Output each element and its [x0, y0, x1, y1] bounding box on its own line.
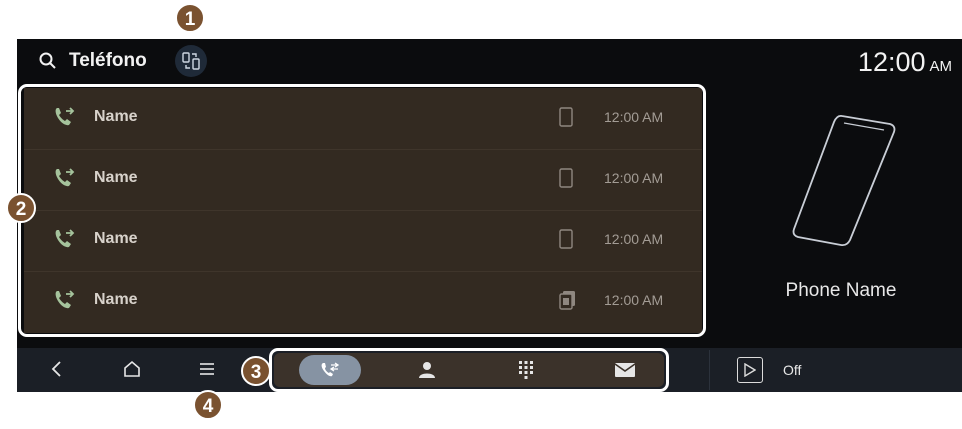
clock-time: 12:00 — [857, 47, 926, 77]
back-icon[interactable] — [50, 360, 64, 383]
callout-badge: 4 — [193, 390, 223, 420]
app-title: Teléfono — [69, 50, 147, 71]
menu-icon[interactable] — [199, 361, 215, 382]
callout-badge: 1 — [175, 3, 205, 33]
bottom-bar-divider — [709, 350, 710, 390]
clock-ampm: AM — [929, 58, 953, 75]
search-icon[interactable] — [39, 52, 57, 75]
call-list-callout-frame — [18, 84, 706, 337]
smartphone-illustration-icon — [792, 114, 896, 247]
clock: 12:00 AM — [858, 47, 952, 78]
media-status: Off — [783, 362, 802, 378]
play-icon — [744, 363, 756, 377]
phone-name: Phone Name — [785, 280, 897, 301]
top-bar: Teléfono 12:00 AM — [17, 39, 962, 84]
switch-phone-button[interactable] — [175, 45, 207, 77]
tab-bar-callout-frame — [269, 348, 669, 392]
switch-phone-icon — [182, 52, 200, 70]
home-icon[interactable] — [123, 360, 141, 383]
callout-badge: 3 — [241, 356, 271, 386]
media-play-button[interactable] — [737, 357, 763, 383]
connected-phone-panel: Phone Name — [720, 84, 962, 348]
callout-badge: 2 — [6, 193, 36, 223]
